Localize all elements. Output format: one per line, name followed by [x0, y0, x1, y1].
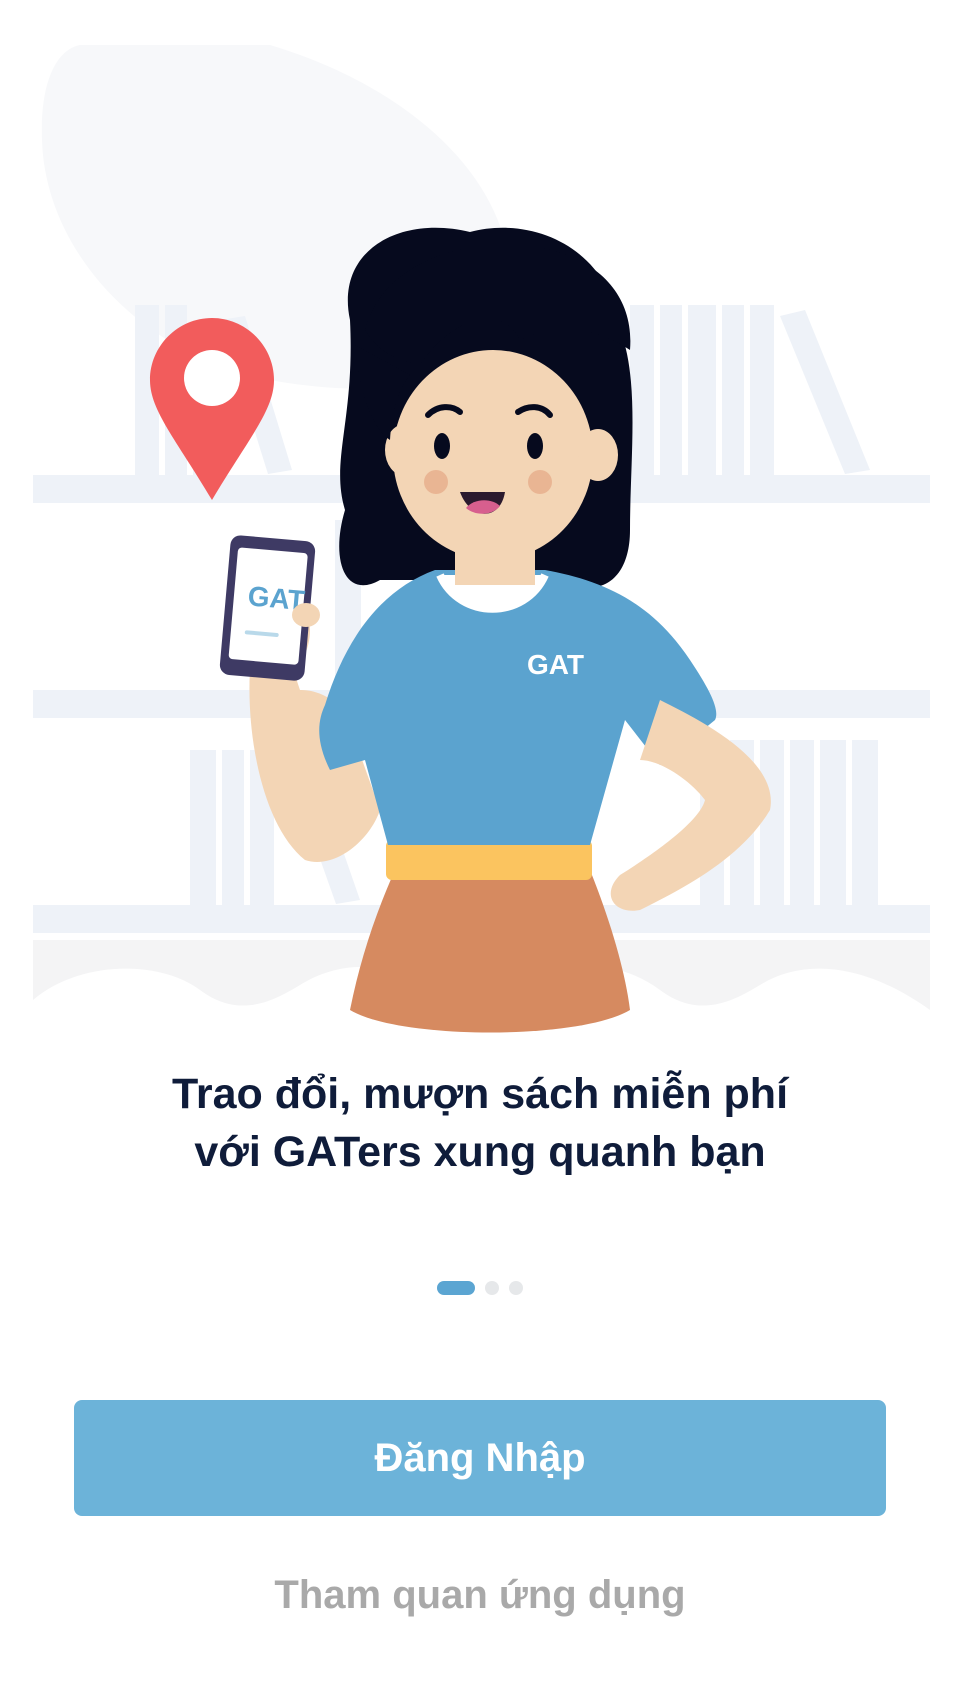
explore-app-link[interactable]: Tham quan ứng dụng: [0, 1567, 960, 1623]
page-dot-1-active[interactable]: [437, 1281, 475, 1295]
onboarding-headline: Trao đổi, mượn sách miễn phí với GATers …: [80, 1065, 880, 1181]
shirt-logo: GAT: [527, 649, 584, 680]
smartphone-icon: GAT: [219, 535, 320, 681]
page-indicator[interactable]: [0, 1280, 960, 1296]
headline-line-2: với GATers xung quanh bạn: [194, 1128, 766, 1176]
page-dot-3[interactable]: [509, 1281, 523, 1295]
login-button[interactable]: Đăng Nhập: [74, 1400, 886, 1516]
onboarding-illustration: GAT GAT: [0, 0, 960, 1040]
headline-line-1: Trao đổi, mượn sách miễn phí: [171, 1070, 789, 1118]
page-dot-2[interactable]: [485, 1281, 499, 1295]
